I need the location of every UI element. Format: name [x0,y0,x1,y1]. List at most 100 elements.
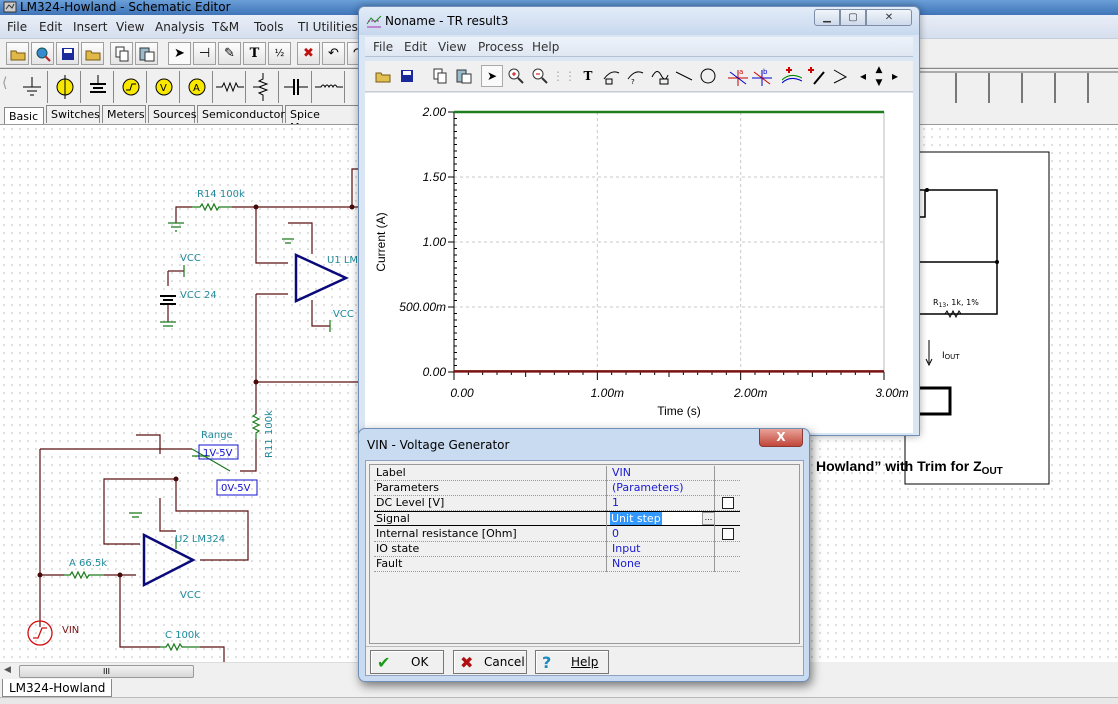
ammeter-icon[interactable]: A [181,71,213,103]
tab-switches[interactable]: Switches [46,105,100,123]
tab-spice-macros[interactable]: Spice Macros [285,105,360,134]
cancel-button[interactable]: ✖ Cancel [453,650,527,674]
wire-icon[interactable]: ⊣ [193,42,216,65]
text-icon[interactable]: T [577,65,599,87]
menu-tools[interactable]: Tools [254,20,284,34]
tab-basic[interactable]: Basic [4,107,44,125]
pencil-icon[interactable]: ✎ [218,42,241,65]
save-icon[interactable] [56,42,79,65]
current-source-icon[interactable] [49,71,81,103]
zoom-in-icon[interactable] [505,65,527,87]
voltmeter-icon[interactable]: V [148,71,180,103]
web-search-icon[interactable] [31,42,54,65]
ok-button[interactable]: ✔ OK [370,650,444,674]
menu-analysis[interactable]: Analysis [155,20,204,34]
menu-ti-utilities[interactable]: TI Utilities [298,20,358,34]
dc-level-checkbox[interactable] [722,497,734,509]
x-tick-label: 2.00m [733,386,767,400]
open-file-icon[interactable] [81,42,104,65]
save-icon[interactable] [396,65,418,87]
inductor-icon[interactable] [313,71,345,103]
add-curve-icon[interactable] [781,65,803,87]
copy-icon[interactable] [110,42,133,65]
graph-menu-process[interactable]: Process [478,40,524,54]
line-icon[interactable] [673,65,695,87]
tab-meters[interactable]: Meters [102,105,146,123]
help-label: Help [571,655,599,669]
cursor-a-icon[interactable]: a [727,65,749,87]
minimize-button[interactable]: ▁ [814,9,840,26]
battery-icon[interactable] [82,71,114,103]
property-row-internal-resistance[interactable]: Internal resistance [Ohm] 0 [374,527,740,542]
help-button[interactable]: ? Help [535,650,609,674]
nav-right-icon[interactable]: ▸ [889,65,901,87]
property-value[interactable]: (Parameters) [612,481,684,495]
ground-icon[interactable] [16,71,48,103]
graph-menu-file[interactable]: File [373,40,393,54]
internal-resistance-checkbox[interactable] [722,528,734,540]
nav-down-icon[interactable]: ▼ [870,77,888,89]
menu-edit[interactable]: Edit [39,20,62,34]
property-row-label[interactable]: Label VIN [374,466,740,481]
dialog-close-button[interactable]: X [759,429,803,447]
graph-titlebar[interactable]: Noname - TR result3 ▁ ▢ ✕ [359,7,919,35]
add-probe-icon[interactable] [805,65,827,87]
property-row-fault[interactable]: Fault None [374,557,740,572]
property-row-parameters[interactable]: Parameters (Parameters) [374,481,740,496]
horizontal-scrollbar[interactable]: ◀ III [0,662,360,679]
graph-close-button[interactable]: ✕ [866,9,912,26]
maximize-button[interactable]: ▢ [840,9,866,26]
tab-semiconductors[interactable]: Semiconductors [197,105,291,123]
triangle-icon[interactable] [829,65,851,87]
undo-icon[interactable]: ↶ [322,42,345,65]
circle-icon[interactable] [697,65,719,87]
text-icon[interactable]: T [243,42,266,65]
property-value[interactable]: 1 [612,496,619,510]
menu-insert[interactable]: Insert [73,20,107,34]
potentiometer-icon[interactable] [247,71,279,103]
capacitor-icon[interactable] [280,71,312,103]
scroll-left-icon[interactable]: ⟨ [2,75,7,91]
graph-menu-edit[interactable]: Edit [404,40,427,54]
property-row-dc-level[interactable]: DC Level [V] 1 [374,496,740,511]
property-row-io-state[interactable]: IO state Input [374,542,740,557]
plot-area[interactable]: 0.00 500.00m 1.00 1.50 2.00 0.00 1.00m 2.00m 3.0… [365,93,913,433]
tab-sources[interactable]: Sources [148,105,197,123]
delete-icon[interactable]: ✖ [297,42,320,65]
zoom-100-icon[interactable] [529,65,551,87]
graph-menu-help[interactable]: Help [532,40,559,54]
label-switch-0v5v[interactable]: 0V-5V [221,483,251,494]
label-r14: R14 100k [197,189,245,200]
scroll-left-arrow-icon[interactable]: ◀ [4,665,11,675]
menu-tm[interactable]: T&M [212,20,239,34]
open-folder-icon[interactable] [6,42,29,65]
scrollbar-thumb[interactable]: III [19,665,194,678]
curve-label-2-icon[interactable]: ? [625,65,647,87]
property-value[interactable]: 0 [612,527,619,541]
open-icon[interactable] [372,65,394,87]
property-value[interactable]: VIN [612,466,631,480]
menu-view[interactable]: View [116,20,144,34]
paste-icon[interactable] [135,42,158,65]
property-value[interactable]: None [612,557,641,571]
copy-icon[interactable] [429,65,451,87]
cursor-b-icon[interactable]: b [751,65,773,87]
voltage-generator-icon[interactable] [115,71,147,103]
curve-label-icon[interactable] [601,65,623,87]
label-switch-1v5v[interactable]: 1V-5V [203,448,233,459]
resistor-icon[interactable] [214,71,246,103]
property-row-signal[interactable]: Signal Unit step ... [374,511,740,527]
signal-input[interactable]: Unit step [610,512,714,525]
nav-left-icon[interactable]: ◂ [857,65,869,87]
nav-up-icon[interactable]: ▲ [870,64,888,76]
menu-file[interactable]: File [7,20,27,34]
pointer-icon[interactable]: ➤ [168,42,191,65]
pointer-icon[interactable]: ➤ [481,65,503,87]
property-value[interactable]: Input [612,542,640,556]
graphic-icon[interactable]: ½ [268,42,291,65]
graph-menu-view[interactable]: View [438,40,466,54]
paste-icon[interactable] [453,65,475,87]
document-tab[interactable]: LM324-Howland [2,679,113,697]
grid-icon[interactable]: ⋮⋮ [552,65,576,87]
curve-format-icon[interactable] [649,65,671,87]
